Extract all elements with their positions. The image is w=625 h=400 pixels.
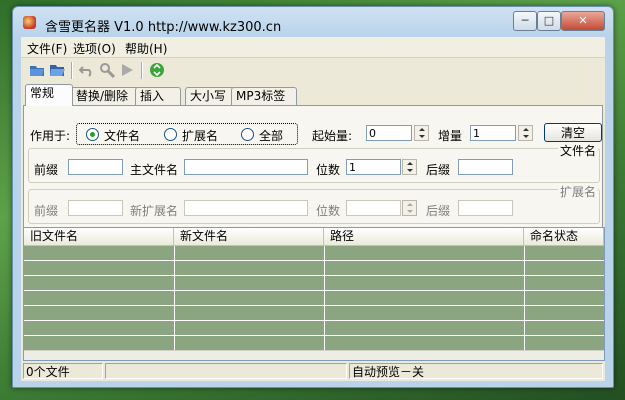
tab-mp3-tags[interactable]: MP3标签 [231,87,297,105]
digits-spinner[interactable] [402,159,417,175]
prefix2-label: 前缀 [34,204,59,218]
app-icon [23,16,36,29]
radio-filename[interactable] [86,128,99,141]
clear-button[interactable]: 清空 [544,123,602,142]
radio-all[interactable] [241,128,254,141]
tab-replace-delete[interactable]: 替换/删除 [71,87,139,105]
start-label: 起始量: [312,129,353,143]
tab-general[interactable]: 常规 [25,84,73,106]
menu-bar: 文件(F) 选项(O) 帮助(H) [21,37,605,58]
digits-label: 位数 [316,163,341,177]
suffix-label: 后缀 [426,163,451,177]
suffix2-input [458,200,513,216]
status-preview: 自动预览－关 [349,363,603,379]
new-ext-label: 新扩展名 [130,204,179,218]
apply-to-label: 作用于: [30,129,71,143]
radio-filename-label: 文件名 [104,129,141,143]
new-ext-input [184,200,308,216]
general-panel: 作用于: 文件名 扩展名 全部 起始量: 0 增量 1 清空 文件名 前缀 主文… [23,105,603,235]
status-empty [105,363,347,379]
step-label: 增量 [438,129,463,143]
list-header: 旧文件名 新文件名 路径 命名状态 [24,228,604,246]
tab-strip: 常规 替换/删除 插入 大小写 MP3标签 [21,84,605,106]
step-input[interactable]: 1 [470,125,516,141]
open-file-icon[interactable] [29,62,45,78]
play-icon[interactable] [119,62,135,78]
horizontal-scrollbar[interactable] [24,350,604,360]
main-name-input[interactable] [184,159,308,175]
status-bar: 0个文件 自动预览－关 [21,363,605,380]
client-area: 文件(F) 选项(O) 帮助(H) 常规 替换/删除 插入 大小写 MP3标签 … [21,37,605,381]
recycle-icon[interactable] [149,62,165,78]
toolbar-separator [71,62,73,79]
digits2-spinner [402,200,417,216]
prefix-input[interactable] [68,159,123,175]
tab-insert[interactable]: 插入 [135,87,181,105]
prefix-label: 前缀 [34,163,59,177]
start-spinner[interactable] [414,125,429,141]
menu-options[interactable]: 选项(O) [73,40,116,57]
undo-icon[interactable] [79,62,95,78]
radio-all-label: 全部 [259,129,284,143]
status-file-count: 0个文件 [23,363,103,379]
minimize-button[interactable]: ─ [513,11,537,31]
column-status[interactable]: 命名状态 [524,228,604,245]
search-icon[interactable] [99,62,115,78]
column-new-name[interactable]: 新文件名 [174,228,324,245]
prefix2-input [68,200,123,216]
start-input[interactable]: 0 [366,125,412,141]
tab-case[interactable]: 大小写 [185,87,235,105]
main-window: 含雪更名器 V1.0 http://www.kz300.cn ─ □ ✕ 文件(… [12,6,614,388]
toolbar [21,58,605,82]
column-path[interactable]: 路径 [324,228,524,245]
suffix-input[interactable] [458,159,513,175]
toolbar-separator-2 [141,62,143,79]
main-name-label: 主文件名 [130,163,179,177]
title-bar[interactable]: 含雪更名器 V1.0 http://www.kz300.cn ─ □ ✕ [13,7,613,37]
step-spinner[interactable] [518,125,533,141]
filename-group-title: 文件名 [558,142,599,159]
list-body [24,246,604,350]
digits2-input [346,200,401,216]
close-button[interactable]: ✕ [561,11,605,31]
radio-extension-label: 扩展名 [182,129,219,143]
digits-input[interactable]: 1 [346,159,401,175]
suffix2-label: 后缀 [426,204,451,218]
menu-help[interactable]: 帮助(H) [125,40,167,57]
file-list[interactable]: 旧文件名 新文件名 路径 命名状态 [23,227,605,361]
radio-extension[interactable] [164,128,177,141]
extension-group-title: 扩展名 [558,183,599,200]
digits2-label: 位数 [316,204,341,218]
window-title: 含雪更名器 V1.0 http://www.kz300.cn [45,20,282,35]
menu-file[interactable]: 文件(F) [27,40,67,57]
maximize-button[interactable]: □ [537,11,561,31]
column-old-name[interactable]: 旧文件名 [24,228,174,245]
open-folder-icon[interactable] [49,62,65,78]
